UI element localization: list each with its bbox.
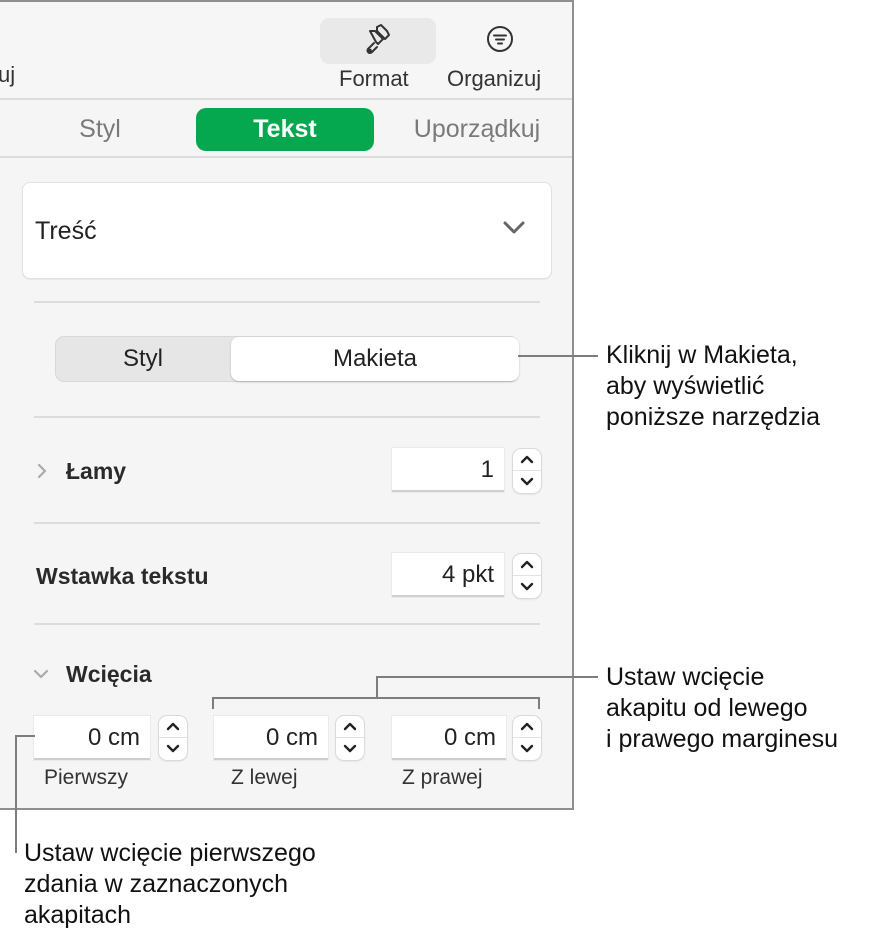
- callout-line: aby wyświetlić: [606, 372, 765, 400]
- callout-line: akapitach: [24, 901, 132, 929]
- callout-leader-line: [376, 676, 598, 678]
- callout-leader-line: [376, 676, 378, 698]
- indent-left-stepper: [336, 716, 364, 760]
- segment-styl[interactable]: Styl: [56, 337, 230, 381]
- indent-left-label: Z lewej: [231, 766, 298, 789]
- stepper-down-button[interactable]: [513, 738, 541, 760]
- callout-left-right-indent: Ustaw wcięcie akapitu od lewego i praweg…: [606, 662, 838, 755]
- callout-leader-line: [15, 735, 35, 737]
- stepper-up-button[interactable]: [513, 554, 541, 576]
- callout-line: poniższe narzędzia: [606, 403, 821, 431]
- chevron-up-icon: [520, 556, 534, 574]
- callout-line: akapitu od lewego: [606, 694, 808, 722]
- text-inset-label: Wstawka tekstu: [36, 563, 209, 589]
- text-inset-field[interactable]: 4 pkt: [392, 553, 504, 597]
- callout-bracket: [212, 697, 214, 709]
- chevron-up-icon: [343, 718, 357, 736]
- chevron-up-icon: [166, 718, 180, 736]
- stepper-up-button[interactable]: [513, 449, 541, 471]
- style-layout-segmented-control: Styl Makieta: [55, 336, 519, 382]
- chevron-down-icon: [520, 578, 534, 596]
- chevron-down-icon: [520, 473, 534, 491]
- text-inset-stepper: [513, 554, 541, 598]
- stepper-up-button[interactable]: [513, 716, 541, 738]
- indent-left-field[interactable]: 0 cm: [214, 716, 328, 760]
- chevron-down-icon: [166, 740, 180, 758]
- paragraph-style-value: Treść: [35, 217, 97, 245]
- tab-tekst[interactable]: Tekst: [196, 108, 374, 151]
- chevron-down-icon: [343, 740, 357, 758]
- indent-right-stepper: [513, 716, 541, 760]
- callout-line: i prawego marginesu: [606, 725, 839, 753]
- chevron-right-icon[interactable]: [36, 462, 48, 485]
- indent-right-field[interactable]: 0 cm: [392, 716, 506, 760]
- format-inspector-panel: uj Format Organizu: [0, 0, 574, 810]
- chevron-down-icon[interactable]: [32, 667, 50, 685]
- chevron-down-icon: [520, 740, 534, 758]
- callout-leader-line: [518, 355, 598, 357]
- tab-styl[interactable]: Styl: [60, 108, 140, 151]
- callout-first-indent: Ustaw wcięcie pierwszego zdania w zaznac…: [24, 838, 316, 931]
- format-button-label[interactable]: Format: [339, 66, 409, 92]
- organize-button[interactable]: [442, 18, 558, 64]
- columns-label: Łamy: [66, 458, 127, 484]
- paintbrush-icon: [363, 23, 393, 60]
- indent-first-stepper: [159, 716, 187, 760]
- callout-line: Ustaw wcięcie pierwszego: [24, 839, 316, 867]
- divider: [34, 301, 540, 303]
- callout-leader-line: [15, 735, 17, 853]
- divider: [34, 623, 540, 625]
- stepper-up-button[interactable]: [159, 716, 187, 738]
- callout-line: Ustaw wcięcie: [606, 663, 765, 691]
- chevron-down-icon: [503, 221, 525, 240]
- callout-makieta: Kliknij w Makieta, aby wyświetlić poniżs…: [606, 340, 820, 433]
- inspector-tabs: Styl Tekst Uporządkuj: [0, 102, 572, 158]
- indent-right-label: Z prawej: [402, 766, 483, 789]
- indent-first-field[interactable]: 0 cm: [34, 716, 150, 760]
- organize-button-label[interactable]: Organizuj: [447, 66, 541, 92]
- divider: [34, 416, 540, 418]
- divider: [34, 522, 540, 524]
- stepper-down-button[interactable]: [513, 471, 541, 493]
- toolbar-cut-label: uj: [0, 62, 16, 87]
- callout-bracket: [538, 697, 540, 709]
- callout-line: zdania w zaznaczonych: [24, 870, 289, 898]
- stepper-up-button[interactable]: [336, 716, 364, 738]
- columns-field[interactable]: 1: [392, 448, 504, 492]
- tab-uporzadkuj[interactable]: Uporządkuj: [392, 108, 562, 151]
- segment-makieta[interactable]: Makieta: [231, 337, 519, 381]
- chevron-up-icon: [520, 718, 534, 736]
- format-button[interactable]: [320, 18, 436, 64]
- callout-line: Kliknij w Makieta,: [606, 341, 798, 369]
- toolbar: uj Format Organizu: [0, 2, 572, 100]
- stepper-down-button[interactable]: [159, 738, 187, 760]
- stepper-down-button[interactable]: [336, 738, 364, 760]
- indents-label: Wcięcia: [66, 661, 152, 687]
- stepper-down-button[interactable]: [513, 576, 541, 598]
- sort-filter-icon: [485, 24, 515, 59]
- columns-stepper: [513, 449, 541, 493]
- chevron-up-icon: [520, 451, 534, 469]
- indent-first-label: Pierwszy: [44, 766, 129, 789]
- paragraph-style-dropdown[interactable]: Treść: [22, 182, 552, 279]
